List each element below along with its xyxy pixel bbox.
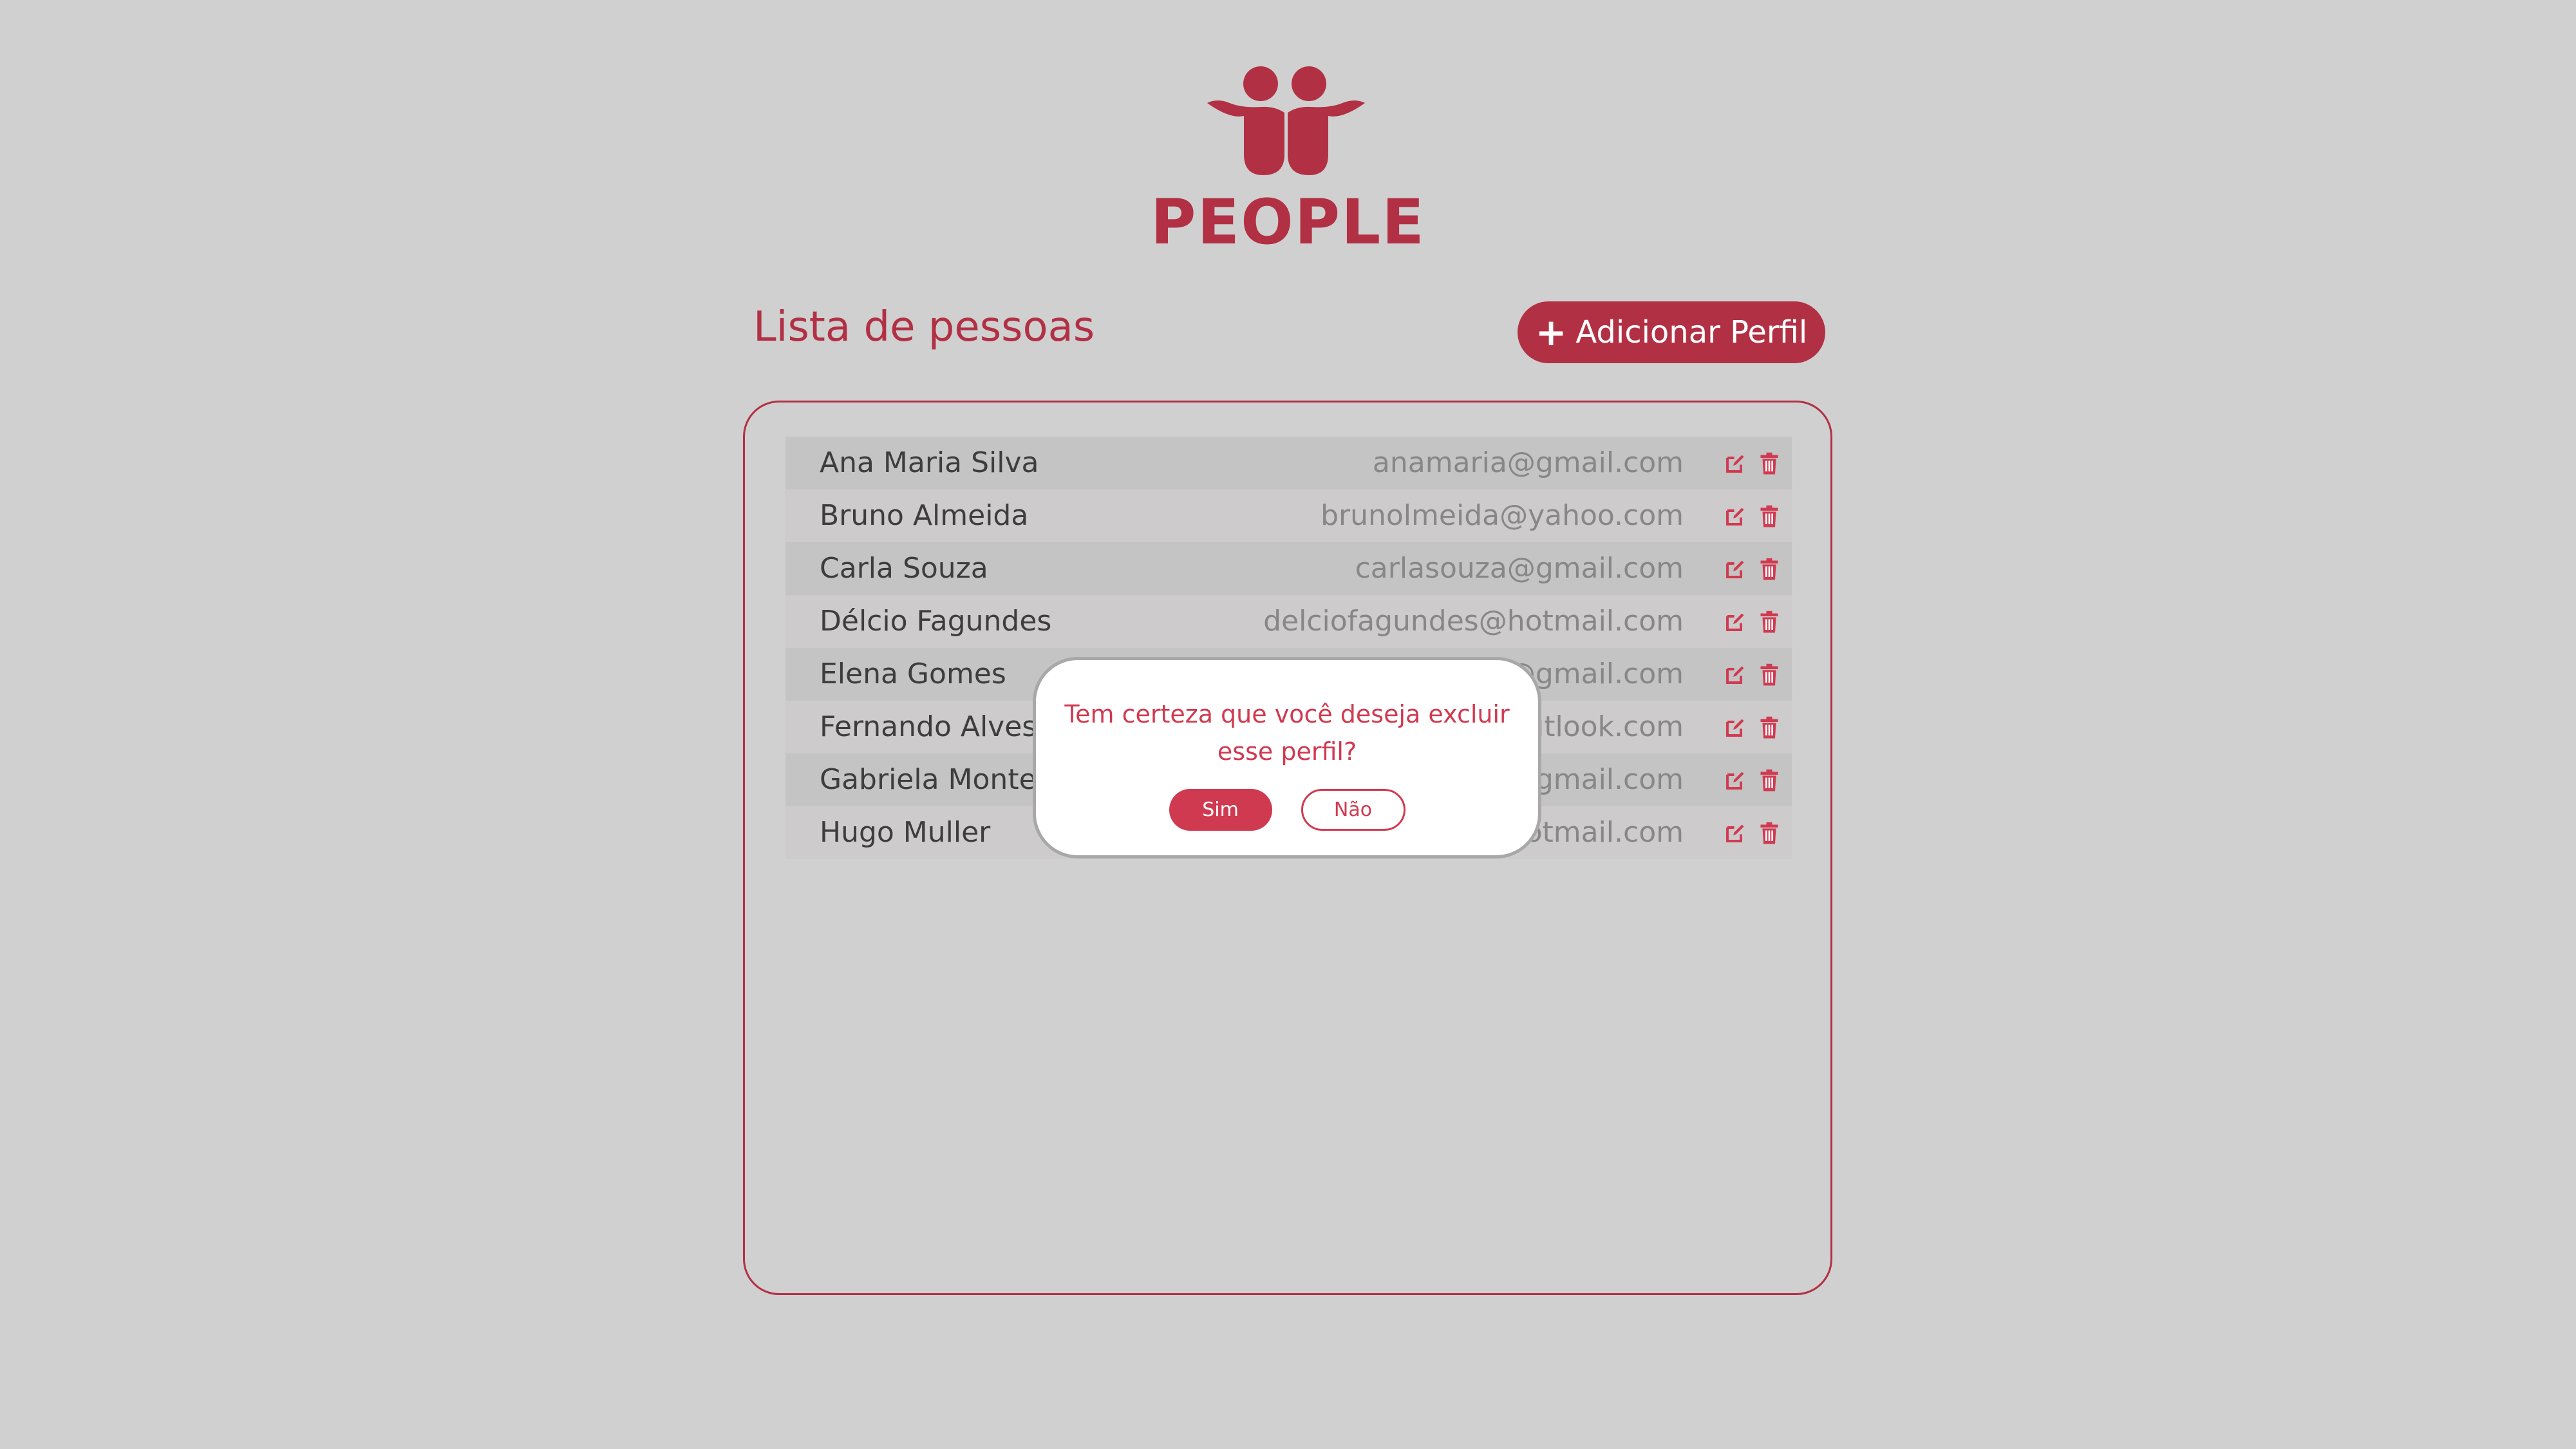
edit-icon[interactable] [1724, 822, 1747, 845]
person-name: Hugo Muller [820, 816, 991, 849]
person-name: Délcio Fagundes [820, 605, 1052, 638]
edit-icon[interactable] [1724, 452, 1747, 475]
brand-name: PEOPLE [1151, 186, 1425, 258]
trash-icon[interactable] [1760, 452, 1779, 475]
edit-icon[interactable] [1724, 558, 1747, 581]
dialog-actions: Sim Não [1036, 789, 1538, 831]
trash-icon[interactable] [1760, 716, 1779, 739]
person-email: carlasouza@gmail.com [1355, 552, 1684, 585]
dialog-message: Tem certeza que você deseja excluir esse… [1064, 700, 1510, 766]
edit-icon[interactable] [1724, 663, 1747, 687]
page-title: Lista de pessoas [753, 303, 1095, 351]
trash-icon[interactable] [1760, 611, 1779, 634]
list-item: Délcio Fagundes delciofagundes@hotmail.c… [785, 595, 1792, 648]
list-item: Ana Maria Silva anamaria@gmail.com [785, 437, 1792, 489]
person-name: Gabriela Montez [820, 763, 1051, 796]
edit-icon[interactable] [1724, 505, 1747, 528]
person-name: Ana Maria Silva [820, 446, 1039, 479]
person-email: delciofagundes@hotmail.com [1263, 605, 1684, 638]
confirm-button[interactable]: Sim [1169, 789, 1272, 831]
edit-icon[interactable] [1724, 716, 1747, 739]
person-email: brunolmeida@yahoo.com [1321, 499, 1684, 532]
person-name: Fernando Alves [820, 710, 1037, 743]
delete-confirm-dialog: Tem certeza que você deseja excluir esse… [1033, 657, 1541, 858]
list-item: Bruno Almeida brunolmeida@yahoo.com [785, 489, 1792, 542]
person-name: Bruno Almeida [820, 499, 1029, 532]
trash-icon[interactable] [1760, 505, 1779, 528]
edit-icon[interactable] [1724, 611, 1747, 634]
person-name: Carla Souza [820, 552, 988, 585]
person-email: anamaria@gmail.com [1372, 446, 1684, 479]
list-item: Carla Souza carlasouza@gmail.com [785, 542, 1792, 595]
cancel-button[interactable]: Não [1301, 789, 1406, 831]
trash-icon[interactable] [1760, 558, 1779, 581]
add-profile-label: Adicionar Perfil [1575, 314, 1808, 350]
trash-icon[interactable] [1760, 663, 1779, 687]
people-hug-icon [1207, 66, 1365, 175]
add-profile-button[interactable]: + Adicionar Perfil [1518, 301, 1825, 363]
trash-icon[interactable] [1760, 822, 1779, 845]
edit-icon[interactable] [1724, 769, 1747, 792]
person-name: Elena Gomes [820, 658, 1006, 690]
plus-icon: + [1535, 310, 1567, 354]
trash-icon[interactable] [1760, 769, 1779, 792]
